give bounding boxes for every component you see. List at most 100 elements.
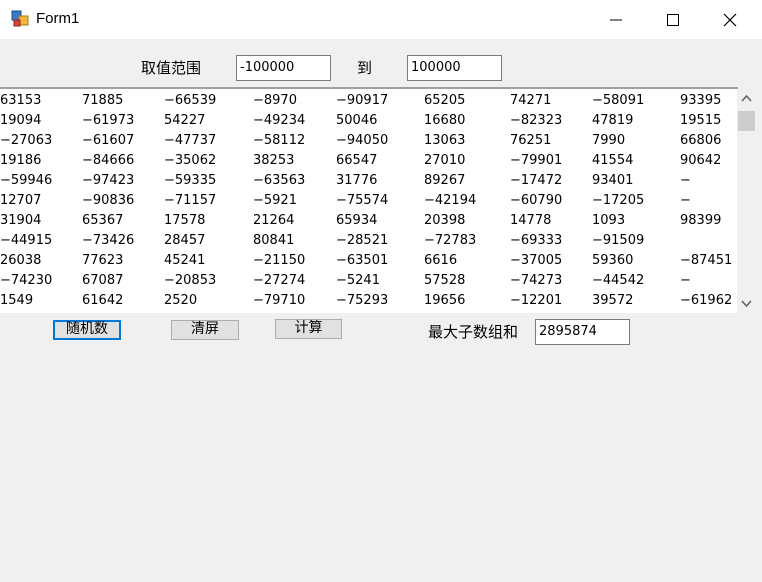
number-cell: −87451 (680, 253, 733, 268)
number-cell: −91509 (592, 233, 645, 248)
number-cell: 31776 (336, 173, 378, 188)
number-cell: 65367 (82, 213, 124, 228)
close-icon (723, 13, 737, 27)
number-cell: −37005 (510, 253, 563, 268)
result-field[interactable]: 2895874 (535, 319, 630, 345)
number-cell: −84666 (82, 153, 135, 168)
number-cell: −63501 (336, 253, 389, 268)
number-cell: −97423 (82, 173, 135, 188)
number-cell: 90642 (680, 153, 722, 168)
number-cell: −94050 (336, 133, 389, 148)
vertical-scrollbar[interactable] (737, 89, 756, 313)
number-cell: 54227 (164, 113, 206, 128)
number-cell: −75293 (336, 293, 389, 308)
number-cell: −47737 (164, 133, 217, 148)
number-cell: 7990 (592, 133, 626, 148)
number-cell: 31904 (0, 213, 42, 228)
number-cell: −69333 (510, 233, 563, 248)
number-cell: − (680, 173, 691, 188)
title-bar: Form1 (0, 0, 762, 39)
clear-button[interactable]: 清屏 (171, 320, 239, 340)
number-cell: 74271 (510, 93, 552, 108)
number-row: −59946 −97423 −59335 −63563 31776 89267 −17472… (0, 173, 738, 193)
close-button[interactable] (702, 0, 760, 39)
number-row: −74230 67087 −20853 −27274 −5241 57528 −74273 −… (0, 273, 738, 293)
number-cell: −58112 (253, 133, 306, 148)
number-cell: 47819 (592, 113, 634, 128)
number-row: 1549 61642 2520 −79710 −75293 19656 −12201 3957… (0, 293, 738, 313)
number-cell: −82323 (510, 113, 563, 128)
number-list-textbox[interactable]: 63153 71885 −66539 −8970 −90917 65205 74271 −58… (0, 87, 738, 313)
minimize-button[interactable] (588, 0, 646, 39)
number-cell: −12201 (510, 293, 563, 308)
scroll-thumb[interactable] (738, 111, 755, 131)
number-cell: 67087 (82, 273, 124, 288)
number-cell: −17472 (510, 173, 563, 188)
random-button[interactable]: 随机数 (53, 320, 121, 340)
number-cell: 93401 (592, 173, 634, 188)
number-cell: 38253 (253, 153, 295, 168)
window-title: Form1 (36, 10, 80, 27)
number-cell: 19656 (424, 293, 466, 308)
number-row: −27063 −61607 −47737 −58112 −94050 13063 76251… (0, 133, 738, 153)
number-cell: 93395 (680, 93, 722, 108)
number-cell: −73426 (82, 233, 135, 248)
maximize-button[interactable] (645, 0, 703, 39)
maximize-icon (667, 14, 679, 26)
number-cell: −44542 (592, 273, 645, 288)
number-cell: −75574 (336, 193, 389, 208)
number-cell: 50046 (336, 113, 378, 128)
number-cell: −61607 (82, 133, 135, 148)
number-cell: −5241 (336, 273, 380, 288)
minimize-icon (610, 19, 622, 21)
number-row: 19094 −61973 54227 −49234 50046 16680 −82323 47… (0, 113, 738, 133)
number-cell: 39572 (592, 293, 634, 308)
chevron-up-icon (741, 94, 752, 102)
number-cell: 13063 (424, 133, 466, 148)
number-cell: 98399 (680, 213, 722, 228)
number-row: 26038 77623 45241 −21150 −63501 6616 −37005 593… (0, 253, 738, 273)
number-cell: 63153 (0, 93, 42, 108)
number-cell: −90917 (336, 93, 389, 108)
number-cell: 27010 (424, 153, 466, 168)
number-cell: −59335 (164, 173, 217, 188)
scroll-up-button[interactable] (737, 89, 756, 109)
number-cell: 71885 (82, 93, 124, 108)
number-cell: 41554 (592, 153, 634, 168)
number-cell: 6616 (424, 253, 458, 268)
number-cell: −28521 (336, 233, 389, 248)
number-cell: −66539 (164, 93, 217, 108)
calculate-button[interactable]: 计算 (275, 319, 342, 339)
max-value-input[interactable]: 100000 (407, 55, 502, 81)
number-cell: −27063 (0, 133, 53, 148)
number-cell: 65934 (336, 213, 378, 228)
number-cell: −74273 (510, 273, 563, 288)
number-cell: − (680, 193, 691, 208)
number-cell: 80841 (253, 233, 295, 248)
number-cell: 26038 (0, 253, 42, 268)
range-label: 取值范围 (141, 59, 202, 77)
number-cell: 19186 (0, 153, 42, 168)
number-cell: 59360 (592, 253, 634, 268)
number-cell: 76251 (510, 133, 552, 148)
min-value-input[interactable]: -100000 (236, 55, 331, 81)
number-cell: −79901 (510, 153, 563, 168)
number-cell: 20398 (424, 213, 466, 228)
number-cell: 14778 (510, 213, 552, 228)
number-row: 12707 −90836 −71157 −5921 −75574 −42194 −60790… (0, 193, 738, 213)
number-cell: −44915 (0, 233, 53, 248)
scroll-down-button[interactable] (737, 293, 756, 313)
number-cell: −72783 (424, 233, 477, 248)
number-cell: −61973 (82, 113, 135, 128)
number-cell: 1093 (592, 213, 626, 228)
number-cell: 61642 (82, 293, 124, 308)
number-cell: −27274 (253, 273, 306, 288)
number-row: 63153 71885 −66539 −8970 −90917 65205 74271 −58… (0, 93, 738, 113)
number-cell: 12707 (0, 193, 42, 208)
to-label: 到 (357, 59, 373, 77)
number-cell: 66547 (336, 153, 378, 168)
number-cell: 17578 (164, 213, 206, 228)
number-cell: 66806 (680, 133, 722, 148)
number-cell: −60790 (510, 193, 563, 208)
number-cell: −71157 (164, 193, 217, 208)
